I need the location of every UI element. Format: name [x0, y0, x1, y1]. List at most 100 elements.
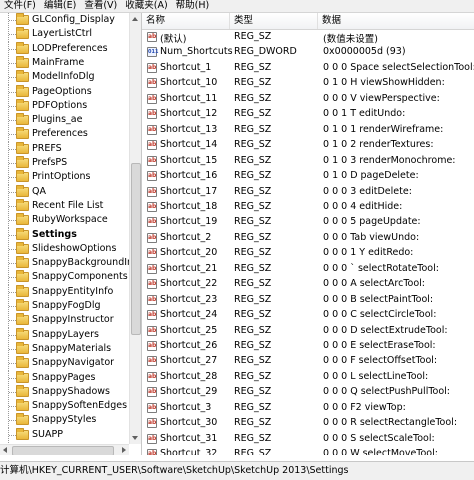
value-row[interactable]: ab Shortcut_16 REG_SZ 0 1 0 D pageDelete:: [142, 169, 474, 184]
value-row[interactable]: ab Shortcut_29 REG_SZ 0 0 0 Q selectPushPul…: [142, 385, 474, 400]
value-row[interactable]: ab Shortcut_14 REG_SZ 0 1 0 2 renderTexture…: [142, 138, 474, 153]
tree-item[interactable]: PrefsPS: [0, 156, 129, 171]
value-row[interactable]: ab Shortcut_23 REG_SZ 0 0 0 B selectPaintTo…: [142, 293, 474, 308]
column-header-type[interactable]: 类型: [230, 13, 318, 29]
tree-item[interactable]: RubyWorkspace: [0, 213, 129, 229]
tree-item-label: LODPreferences: [32, 42, 108, 54]
value-row[interactable]: ab Shortcut_21 REG_SZ 0 0 0 ` selectRotateT…: [142, 262, 474, 277]
tree-item[interactable]: SnappyStyles: [0, 413, 129, 429]
value-type: REG_SZ: [234, 401, 272, 413]
tree-item[interactable]: SnappyShadows: [0, 384, 129, 400]
value-row[interactable]: ab Shortcut_10 REG_SZ 0 1 0 H viewShowHidde…: [142, 76, 474, 91]
tree-item-label: SnappyComponents: [32, 271, 128, 283]
folder-icon: [16, 70, 29, 83]
folder-icon: [16, 327, 29, 340]
tree-item[interactable]: Preferences: [0, 127, 129, 143]
tree-item-label: LayerListCtrl: [32, 28, 92, 40]
value-row[interactable]: ab (默认) REG_SZ (数值未设置): [142, 30, 474, 45]
value-row[interactable]: ab Shortcut_15 REG_SZ 0 1 0 3 renderMonochr…: [142, 154, 474, 169]
value-type: REG_SZ: [234, 262, 272, 274]
tree-item[interactable]: PrintOptions: [0, 170, 129, 186]
tree-item[interactable]: Settings: [0, 227, 129, 243]
menu-item[interactable]: 收藏夹(A): [121, 0, 171, 12]
menu-item[interactable]: 文件(F): [0, 0, 40, 12]
menu-item[interactable]: 查看(V): [80, 0, 121, 12]
tree-item[interactable]: MainFrame: [0, 55, 129, 71]
registry-key-tree[interactable]: GLConfig_Display LayerListCtrl LODPreferen…: [0, 13, 142, 455]
menu-item[interactable]: 帮助(H): [172, 0, 214, 12]
value-row[interactable]: ab Shortcut_1 REG_SZ 0 0 0 Space selectSele…: [142, 61, 474, 76]
tree-item[interactable]: LODPreferences: [0, 41, 129, 57]
menu-item[interactable]: 编辑(E): [40, 0, 80, 12]
value-name: Shortcut_20: [160, 247, 218, 259]
value-row[interactable]: ab Shortcut_32 REG_SZ 0 0 0 W selectMoveToo…: [142, 447, 474, 455]
value-row[interactable]: ab Shortcut_26 REG_SZ 0 0 0 E selectEraseTo…: [142, 339, 474, 354]
value-type: REG_SZ: [234, 139, 272, 151]
tree-vertical-scrollbar[interactable]: [129, 13, 141, 444]
value-row[interactable]: ab Shortcut_18 REG_SZ 0 0 0 4 editHide:: [142, 200, 474, 215]
value-row[interactable]: ab Shortcut_24 REG_SZ 0 0 0 C selectCircleT…: [142, 308, 474, 323]
tree-item[interactable]: SnappyPages: [0, 370, 129, 386]
value-row[interactable]: 011 Num_Shortcuts REG_DWORD 0x0000005d (93): [142, 45, 474, 60]
tree-item[interactable]: PREFS: [0, 141, 129, 157]
tree-item[interactable]: SnappyComponents: [0, 270, 129, 286]
tree-item-label: PrintOptions: [32, 171, 91, 183]
tree-item[interactable]: SnappyNavigator: [0, 356, 129, 372]
string-value-icon: ab: [147, 201, 157, 212]
string-value-icon: ab: [147, 294, 157, 305]
tree-item[interactable]: LayerListCtrl: [0, 27, 129, 43]
value-row[interactable]: ab Shortcut_2 REG_SZ 0 0 0 Tab viewUndo:: [142, 231, 474, 246]
value-name: Shortcut_21: [160, 262, 218, 274]
value-row[interactable]: ab Shortcut_17 REG_SZ 0 0 0 3 editDelete:: [142, 185, 474, 200]
folder-icon: [16, 156, 29, 168]
string-value-icon: ab: [147, 109, 157, 120]
value-row[interactable]: ab Shortcut_22 REG_SZ 0 0 0 A selectArcTool…: [142, 277, 474, 292]
tree-item[interactable]: SUAPP: [0, 427, 129, 443]
value-row[interactable]: ab Shortcut_19 REG_SZ 0 0 0 5 pageUpdate:: [142, 215, 474, 230]
tree-item[interactable]: SnappyBackgroundIma: [0, 256, 141, 272]
value-type: REG_SZ: [234, 92, 272, 104]
value-row[interactable]: ab Shortcut_30 REG_SZ 0 0 0 R selectRectang…: [142, 416, 474, 431]
tree-item[interactable]: QA: [0, 184, 129, 200]
scroll-up-arrow-icon[interactable]: [132, 17, 138, 21]
tree-horizontal-scroll-thumb[interactable]: [12, 446, 114, 455]
value-row[interactable]: ab Shortcut_3 REG_SZ 0 0 0 F2 viewTop:: [142, 401, 474, 416]
value-row[interactable]: ab Shortcut_20 REG_SZ 0 0 0 1 Y editRedo:: [142, 246, 474, 261]
value-row[interactable]: ab Shortcut_11 REG_SZ 0 0 0 V viewPerspecti…: [142, 92, 474, 107]
tree-item[interactable]: SlideshowOptions: [0, 241, 129, 257]
value-row[interactable]: ab Shortcut_13 REG_SZ 0 1 0 1 renderWirefra…: [142, 123, 474, 138]
tree-item[interactable]: SnappyFogDlg: [0, 299, 129, 314]
tree-vertical-scroll-thumb[interactable]: [131, 163, 141, 335]
value-data: 0 0 0 5 pageUpdate:: [323, 216, 421, 228]
column-header-data[interactable]: 数据: [318, 13, 474, 29]
value-row[interactable]: ab Shortcut_25 REG_SZ 0 0 0 D selectExtrude…: [142, 324, 474, 339]
value-data: 0 0 0 Q selectPushPullTool:: [323, 386, 450, 398]
scroll-right-arrow-icon[interactable]: [122, 447, 126, 453]
tree-item[interactable]: SnappyMaterials: [0, 341, 129, 357]
tree-item[interactable]: PDFOptions: [0, 98, 129, 114]
tree-item[interactable]: GLConfig_Display: [0, 13, 129, 28]
value-type: REG_SZ: [234, 200, 272, 212]
value-row[interactable]: ab Shortcut_27 REG_SZ 0 0 0 F selectOffsetT…: [142, 354, 474, 369]
tree-item[interactable]: SnappyLayers: [0, 327, 129, 343]
scroll-down-arrow-icon[interactable]: [132, 436, 138, 440]
tree-item[interactable]: Recent File List: [0, 198, 129, 214]
tree-item[interactable]: Plugins_ae: [0, 113, 129, 129]
folder-icon: [16, 184, 29, 197]
scroll-left-arrow-icon[interactable]: [3, 447, 7, 453]
tree-item[interactable]: SnappySoftenEdges: [0, 399, 129, 415]
tree-horizontal-scrollbar[interactable]: [0, 444, 129, 455]
value-row[interactable]: ab Shortcut_31 REG_SZ 0 0 0 S selectScaleTo…: [142, 432, 474, 447]
column-header-name[interactable]: 名称: [142, 13, 230, 29]
value-row[interactable]: ab Shortcut_12 REG_SZ 0 0 1 T editUndo:: [142, 107, 474, 122]
tree-item-label: SnappyInstructor: [32, 314, 114, 326]
tree-item[interactable]: SnappyInstructor: [0, 313, 129, 329]
value-data: 0 0 1 T editUndo:: [323, 108, 406, 120]
value-name: Shortcut_26: [160, 340, 218, 351]
tree-item[interactable]: SnappyEntityInfo: [0, 284, 129, 300]
tree-item[interactable]: PageOptions: [0, 84, 129, 100]
registry-values-list[interactable]: 名称 类型 数据 ab (默认) REG_SZ (数值未设置) 011 Num_Short…: [142, 13, 474, 455]
tree-item-label: SnappyMaterials: [32, 342, 112, 354]
value-row[interactable]: ab Shortcut_28 REG_SZ 0 0 0 L selectLineToo…: [142, 370, 474, 385]
tree-item[interactable]: ModelInfoDlg: [0, 70, 129, 86]
